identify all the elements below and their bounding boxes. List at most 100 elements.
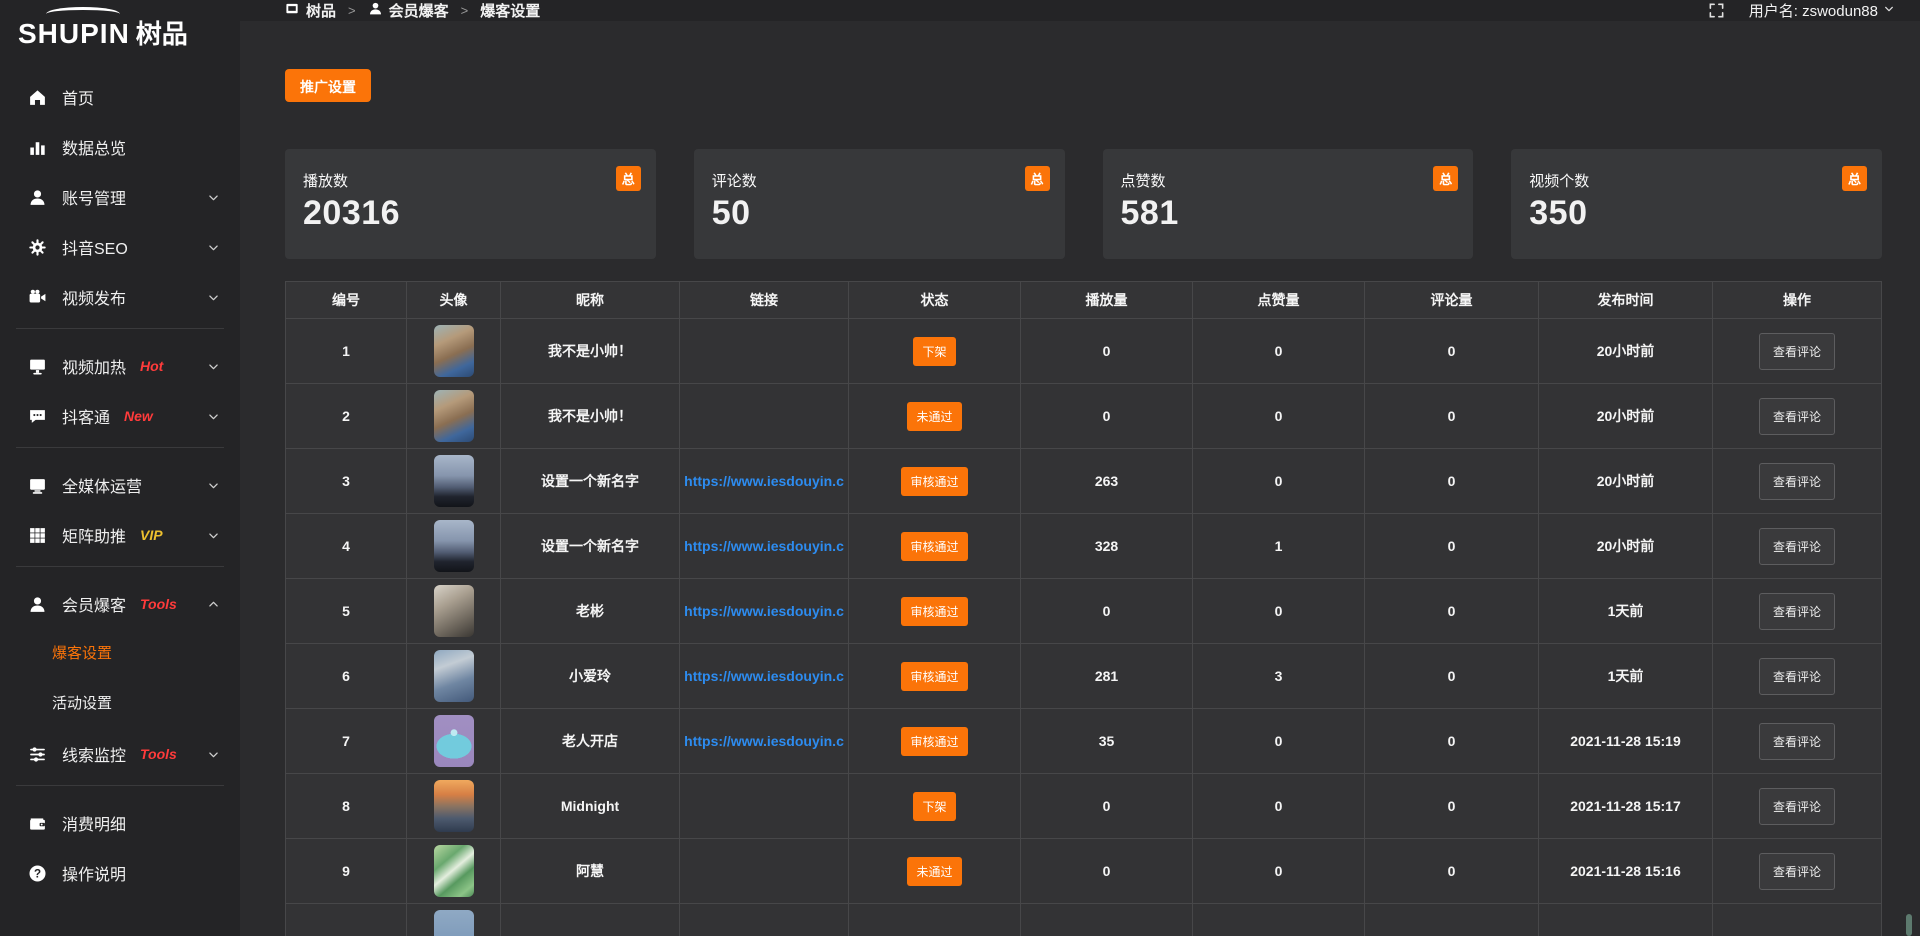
sidebar-item-label: 账号管理 <box>62 185 126 209</box>
cell-time: 20小时前 <box>1539 449 1713 514</box>
total-badge: 总 <box>1025 166 1050 191</box>
brand-name-cjk: 树品 <box>136 19 188 49</box>
scrollbar-thumb[interactable] <box>1906 914 1912 936</box>
column-header: 头像 <box>407 282 501 319</box>
view-comments-button[interactable]: 查看评论 <box>1759 723 1835 760</box>
view-comments-button[interactable]: 查看评论 <box>1759 463 1835 500</box>
cell-avatar <box>407 449 501 514</box>
cell-time: 2021-11-28 15:17 <box>1539 774 1713 839</box>
table-row: 5老彬https://www.iesdouyin.c审核通过0001天前查看评论 <box>286 579 1882 644</box>
avatar <box>434 520 474 572</box>
sidebar-item-home[interactable]: 首页 <box>0 72 240 122</box>
sidebar-item-douyin-seo[interactable]: 抖音SEO <box>0 222 240 272</box>
chevron-down-icon <box>207 360 220 373</box>
sidebar-divider <box>16 447 224 448</box>
sidebar-item-operation-guide[interactable]: ?操作说明 <box>0 848 240 898</box>
cell-action <box>1713 904 1882 936</box>
cell-action: 查看评论 <box>1713 839 1882 904</box>
cell-status: 未通过 <box>849 384 1021 449</box>
cell-avatar <box>407 384 501 449</box>
cell-comments: 0 <box>1365 384 1539 449</box>
video-link[interactable]: https://www.iesdouyin.c <box>684 603 844 619</box>
chevron-down-icon <box>1883 2 1895 19</box>
view-comments-button[interactable]: 查看评论 <box>1759 658 1835 695</box>
sidebar-item-data-overview[interactable]: 数据总览 <box>0 122 240 172</box>
total-badge: 总 <box>1433 166 1458 191</box>
sidebar-item-consume-detail[interactable]: 消费明细 <box>0 798 240 848</box>
home-icon <box>28 88 47 107</box>
video-link[interactable]: https://www.iesdouyin.c <box>684 668 844 684</box>
cell-plays: 0 <box>1021 579 1193 644</box>
cell-avatar <box>407 644 501 709</box>
sidebar-item-tag: New <box>124 408 153 424</box>
stat-label: 点赞数 <box>1121 170 1456 191</box>
cell-id: 7 <box>286 709 407 774</box>
breadcrumb-item-current: 爆客设置 <box>480 0 540 21</box>
view-comments-button[interactable]: 查看评论 <box>1759 593 1835 630</box>
cell-plays: 35 <box>1021 709 1193 774</box>
promotion-settings-button[interactable]: 推广设置 <box>285 69 371 102</box>
cell-id: 1 <box>286 319 407 384</box>
column-header: 发布时间 <box>1539 282 1713 319</box>
view-comments-button[interactable]: 查看评论 <box>1759 853 1835 890</box>
cell-time: 2021-11-28 15:19 <box>1539 709 1713 774</box>
avatar <box>434 585 474 637</box>
cell-likes: 0 <box>1193 774 1365 839</box>
cell-plays: 0 <box>1021 839 1193 904</box>
cell-link: https://www.iesdouyin.c <box>680 514 849 579</box>
cell-comments: 0 <box>1365 449 1539 514</box>
cell-comments: 0 <box>1365 644 1539 709</box>
sidebar-item-matrix-boost[interactable]: 矩阵助推VIP <box>0 510 240 560</box>
breadcrumb-item-shupin[interactable]: 树品 <box>285 0 336 21</box>
brand-logo[interactable]: SHUPIN树品 <box>0 0 240 60</box>
sidebar-item-video-heat[interactable]: 视频加热Hot <box>0 341 240 391</box>
sidebar-subitem-baoke-settings[interactable]: 爆客设置 <box>0 629 240 679</box>
table-row: 9阿慧未通过0002021-11-28 15:16查看评论 <box>286 839 1882 904</box>
user-menu[interactable]: 用户名: zswodun88 <box>1749 0 1895 21</box>
view-comments-button[interactable]: 查看评论 <box>1759 528 1835 565</box>
cell-link: https://www.iesdouyin.c <box>680 579 849 644</box>
cell-id: 2 <box>286 384 407 449</box>
video-link[interactable]: https://www.iesdouyin.c <box>684 473 844 489</box>
video-link[interactable]: https://www.iesdouyin.c <box>684 538 844 554</box>
sidebar-subitem-activity-settings[interactable]: 活动设置 <box>0 679 240 729</box>
sidebar-item-douketong[interactable]: 抖客通New <box>0 391 240 441</box>
question-icon: ? <box>28 864 47 883</box>
view-comments-button[interactable]: 查看评论 <box>1759 398 1835 435</box>
cell-link: https://www.iesdouyin.c <box>680 449 849 514</box>
gear-icon <box>28 238 47 257</box>
cell-status: 下架 <box>849 774 1021 839</box>
cell-nickname <box>501 904 680 936</box>
stat-cards: 播放数20316总评论数50总点赞数581总视频个数350总 <box>285 149 1882 259</box>
cell-plays: 0 <box>1021 319 1193 384</box>
sidebar-item-account-management[interactable]: 账号管理 <box>0 172 240 222</box>
cell-likes: 0 <box>1193 319 1365 384</box>
sidebar-item-member-baoke[interactable]: 会员爆客Tools <box>0 579 240 629</box>
view-comments-button[interactable]: 查看评论 <box>1759 333 1835 370</box>
sidebar-subitem-label: 爆客设置 <box>52 645 112 662</box>
avatar <box>434 910 474 936</box>
breadcrumb-item-member-baoke[interactable]: 会员爆客 <box>368 0 449 21</box>
fullscreen-icon[interactable] <box>1708 2 1725 19</box>
avatar <box>434 650 474 702</box>
cell-plays: 328 <box>1021 514 1193 579</box>
sidebar-item-clue-monitor[interactable]: 线索监控Tools <box>0 729 240 779</box>
avatar <box>434 390 474 442</box>
sidebar-item-media-operation[interactable]: 全媒体运营 <box>0 460 240 510</box>
view-comments-button[interactable]: 查看评论 <box>1759 788 1835 825</box>
video-link[interactable]: https://www.iesdouyin.c <box>684 733 844 749</box>
cell-status: 审核通过 <box>849 709 1021 774</box>
cell-nickname: 老人开店 <box>501 709 680 774</box>
cell-id: 3 <box>286 449 407 514</box>
chat-icon <box>28 407 47 426</box>
sidebar-divider <box>16 785 224 786</box>
cell-link: https://www.iesdouyin.c <box>680 644 849 709</box>
chart-icon <box>28 138 47 157</box>
cell-action: 查看评论 <box>1713 774 1882 839</box>
table-header-row: 编号头像昵称链接状态播放量点赞量评论量发布时间操作 <box>286 282 1882 319</box>
cell-link <box>680 774 849 839</box>
cell-status: 审核通过 <box>849 644 1021 709</box>
sidebar-item-video-publish[interactable]: 视频发布 <box>0 272 240 322</box>
cell-status: 下架 <box>849 319 1021 384</box>
cell-time: 1天前 <box>1539 644 1713 709</box>
